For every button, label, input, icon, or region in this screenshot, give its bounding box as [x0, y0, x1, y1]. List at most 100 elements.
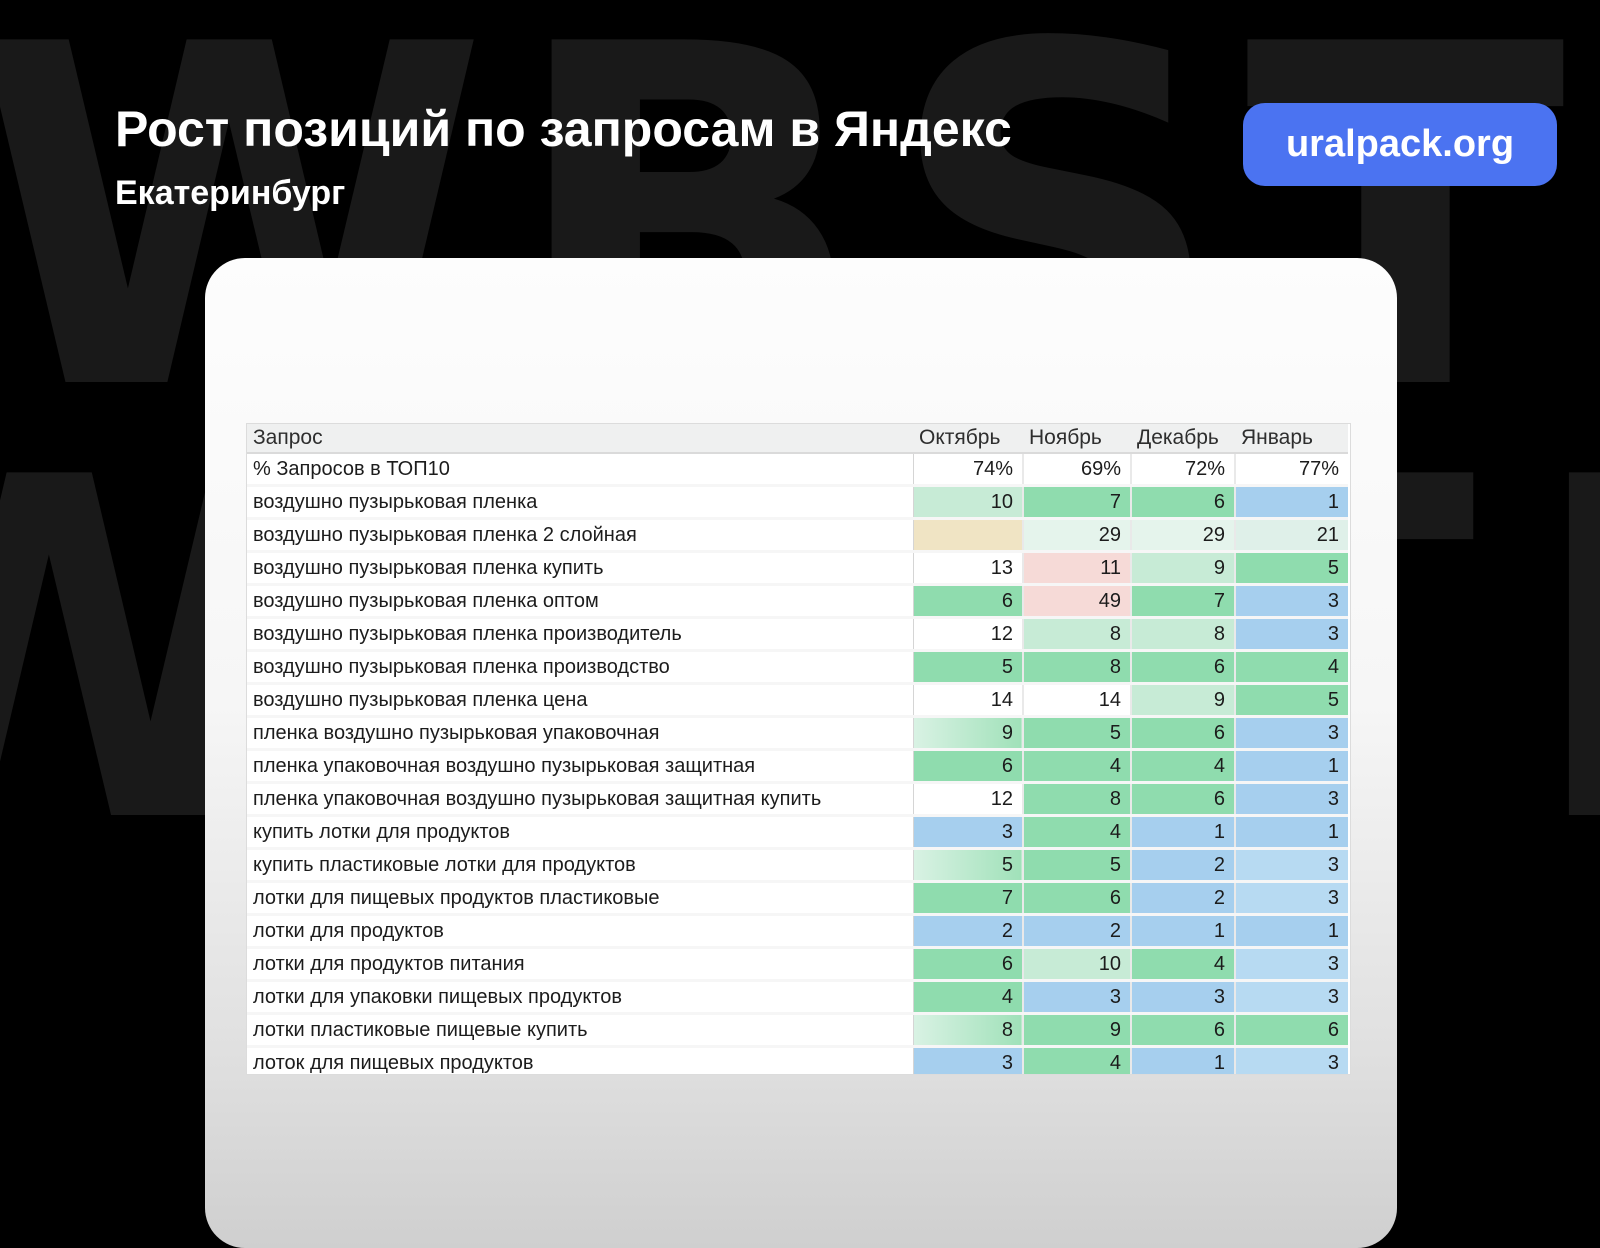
position-cell: 8: [1023, 651, 1131, 684]
table-row: воздушно пузырьковая пленка 2 слойная 292…: [247, 519, 1348, 552]
position-cell: 1: [1131, 816, 1235, 849]
table-row: лотки пластиковые пищевые купить8966: [247, 1014, 1348, 1047]
position-cell: 8: [1023, 783, 1131, 816]
position-cell: 7: [913, 882, 1023, 915]
position-cell: 5: [913, 849, 1023, 882]
position-cell: 3: [1235, 783, 1348, 816]
summary-label: % Запросов в ТОП10: [247, 453, 913, 486]
position-cell: 2: [1131, 882, 1235, 915]
position-cell: 5: [1235, 684, 1348, 717]
query-cell: воздушно пузырьковая пленка 2 слойная: [247, 519, 913, 552]
page-subtitle: Екатеринбург: [115, 174, 1012, 213]
position-cell: 3: [1131, 981, 1235, 1014]
position-cell: 12: [913, 618, 1023, 651]
position-cell: 9: [1131, 552, 1235, 585]
position-cell: 3: [1235, 948, 1348, 981]
position-cell: 5: [1023, 717, 1131, 750]
position-cell: 5: [1023, 849, 1131, 882]
column-header-october: Октябрь: [913, 424, 1023, 453]
position-cell: 49: [1023, 585, 1131, 618]
positions-table-container: Запрос Октябрь Ноябрь Декабрь Январь % З…: [247, 424, 1350, 1074]
position-cell: 2: [913, 915, 1023, 948]
query-cell: лоток для пищевых продуктов: [247, 1047, 913, 1075]
position-cell: 2: [1023, 915, 1131, 948]
position-cell: 12: [913, 783, 1023, 816]
query-cell: пленка воздушно пузырьковая упаковочная: [247, 717, 913, 750]
position-cell: 9: [1131, 684, 1235, 717]
table-row: купить пластиковые лотки для продуктов55…: [247, 849, 1348, 882]
query-rows: воздушно пузырьковая пленка10761воздушно…: [247, 486, 1348, 1075]
table-row: пленка воздушно пузырьковая упаковочная9…: [247, 717, 1348, 750]
query-cell: воздушно пузырьковая пленка производство: [247, 651, 913, 684]
positions-table: Запрос Октябрь Ноябрь Декабрь Январь % З…: [247, 424, 1348, 1074]
position-cell: 6: [913, 948, 1023, 981]
position-cell: 6: [913, 750, 1023, 783]
table-row: воздушно пузырьковая пленка купить131195: [247, 552, 1348, 585]
query-cell: лотки для продуктов: [247, 915, 913, 948]
position-cell: 1: [1235, 750, 1348, 783]
site-badge-link[interactable]: uralpack.org: [1243, 103, 1557, 186]
query-cell: воздушно пузырьковая пленка цена: [247, 684, 913, 717]
hero-header: Рост позиций по запросам в Яндекс Екатер…: [115, 100, 1012, 213]
table-row: воздушно пузырьковая пленка оптом64973: [247, 585, 1348, 618]
table-card: Запрос Октябрь Ноябрь Декабрь Январь % З…: [205, 258, 1397, 1248]
table-row: воздушно пузырьковая пленка производител…: [247, 618, 1348, 651]
position-cell: 2: [1131, 849, 1235, 882]
position-cell: 5: [913, 651, 1023, 684]
position-cell: 6: [1131, 1014, 1235, 1047]
query-cell: воздушно пузырьковая пленка оптом: [247, 585, 913, 618]
position-cell: 8: [1131, 618, 1235, 651]
summary-value: 74%: [913, 453, 1023, 486]
summary-value: 72%: [1131, 453, 1235, 486]
position-cell: 3: [1235, 618, 1348, 651]
position-cell: 6: [1131, 717, 1235, 750]
position-cell: 3: [1235, 882, 1348, 915]
query-cell: лотки пластиковые пищевые купить: [247, 1014, 913, 1047]
table-row: воздушно пузырьковая пленка производство…: [247, 651, 1348, 684]
position-cell: 10: [913, 486, 1023, 519]
position-cell: 6: [1131, 486, 1235, 519]
position-cell: 9: [1023, 1014, 1131, 1047]
table-header-row: Запрос Октябрь Ноябрь Декабрь Январь: [247, 424, 1348, 453]
position-cell: 6: [1235, 1014, 1348, 1047]
position-cell: 1: [1235, 486, 1348, 519]
table-row: пленка упаковочная воздушно пузырьковая …: [247, 783, 1348, 816]
position-cell: 10: [1023, 948, 1131, 981]
position-cell: 1: [1131, 915, 1235, 948]
position-cell: 4: [1023, 816, 1131, 849]
query-cell: пленка упаковочная воздушно пузырьковая …: [247, 750, 913, 783]
position-cell: 7: [1023, 486, 1131, 519]
position-cell: 4: [1131, 750, 1235, 783]
position-cell: 6: [1023, 882, 1131, 915]
position-cell: 8: [1023, 618, 1131, 651]
position-cell: 3: [1235, 717, 1348, 750]
position-cell: 3: [913, 1047, 1023, 1075]
position-cell: 1: [1235, 816, 1348, 849]
position-cell: 6: [1131, 783, 1235, 816]
query-cell: пленка упаковочная воздушно пузырьковая …: [247, 783, 913, 816]
query-cell: купить лотки для продуктов: [247, 816, 913, 849]
position-cell: 6: [913, 585, 1023, 618]
page-title: Рост позиций по запросам в Яндекс: [115, 100, 1012, 158]
position-cell: 6: [1131, 651, 1235, 684]
position-cell: 5: [1235, 552, 1348, 585]
position-cell: 3: [1235, 849, 1348, 882]
column-header-december: Декабрь: [1131, 424, 1235, 453]
position-cell: 29: [1023, 519, 1131, 552]
table-row: пленка упаковочная воздушно пузырьковая …: [247, 750, 1348, 783]
position-cell: 1: [1131, 1047, 1235, 1075]
position-cell: 14: [1023, 684, 1131, 717]
table-row: купить лотки для продуктов3411: [247, 816, 1348, 849]
position-cell: 3: [913, 816, 1023, 849]
position-cell: 29: [1131, 519, 1235, 552]
table-row: лотки для пищевых продуктов пластиковые7…: [247, 882, 1348, 915]
table-row: лотки для продуктов питания61043: [247, 948, 1348, 981]
summary-row: % Запросов в ТОП10 74% 69% 72% 77%: [247, 453, 1348, 486]
query-cell: лотки для продуктов питания: [247, 948, 913, 981]
position-cell: 8: [913, 1014, 1023, 1047]
summary-value: 69%: [1023, 453, 1131, 486]
position-cell: 3: [1023, 981, 1131, 1014]
position-cell: 14: [913, 684, 1023, 717]
position-cell: 4: [1023, 750, 1131, 783]
position-cell: 7: [1131, 585, 1235, 618]
